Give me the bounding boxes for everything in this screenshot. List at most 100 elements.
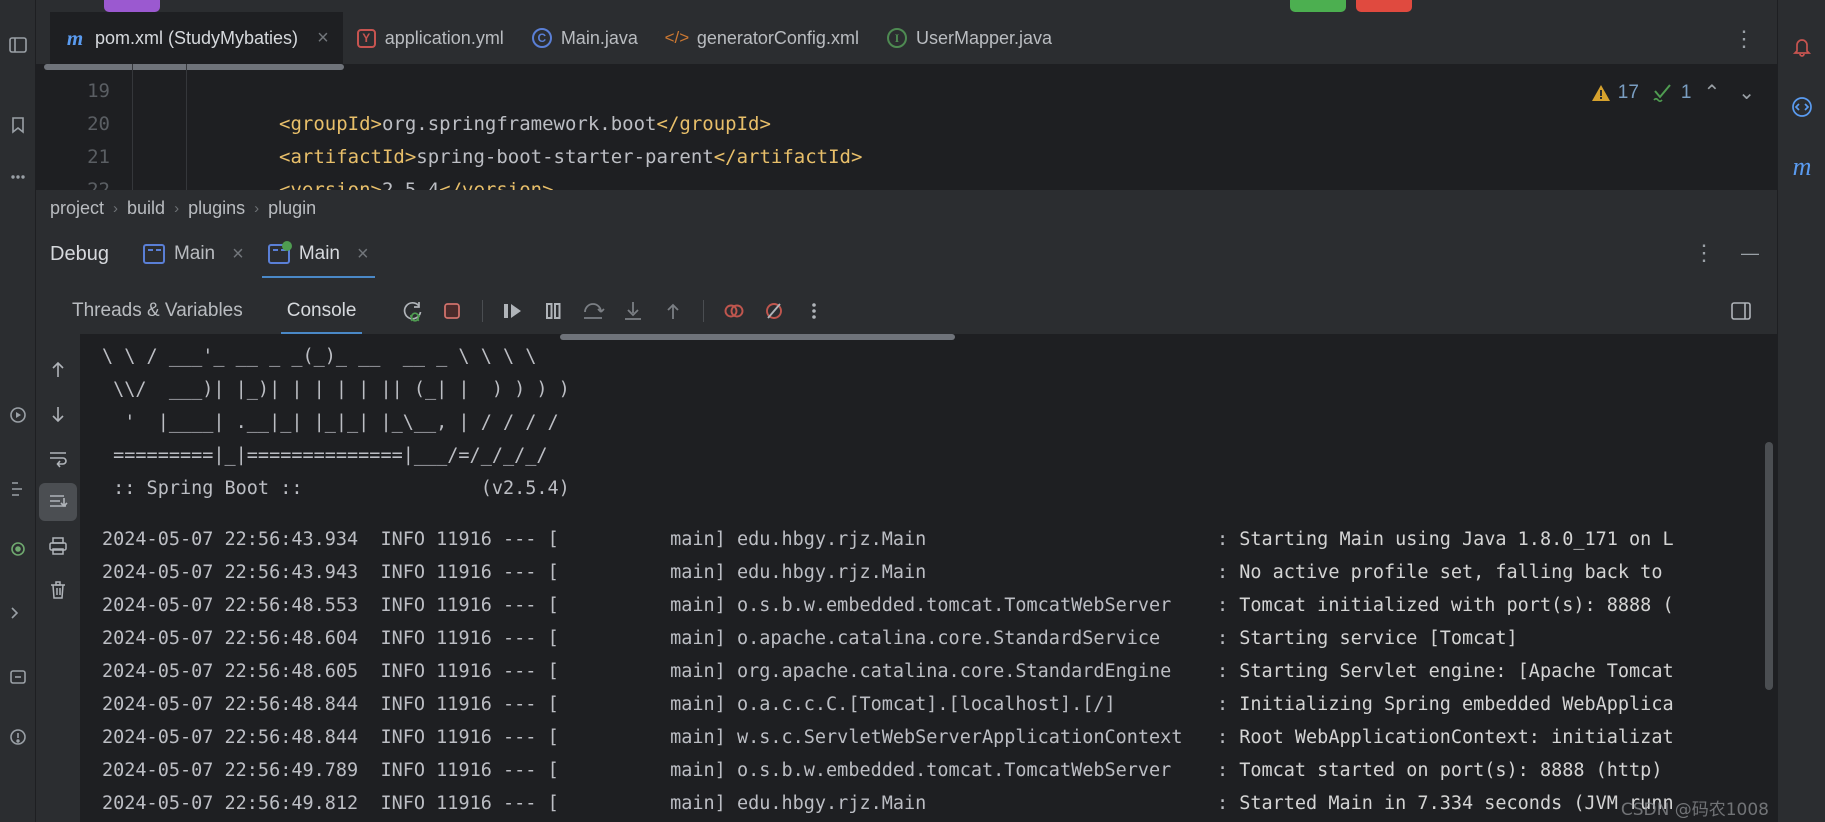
breadcrumb-item-build[interactable]: build bbox=[127, 198, 165, 219]
log-thread: main bbox=[670, 793, 715, 814]
watermark: CSDN @码农1008 bbox=[1620, 800, 1769, 820]
editor-tab-pom-xml[interactable]: m pom.xml (StudyMybaties) × bbox=[50, 12, 343, 64]
notifications-icon[interactable] bbox=[1778, 24, 1825, 70]
xml-text: spring-boot-starter-parent bbox=[416, 146, 714, 168]
previous-problem-icon[interactable]: ⌃ bbox=[1697, 80, 1726, 105]
log-thread: main bbox=[670, 760, 715, 781]
debug-toolbar: Threads & Variables Console bbox=[36, 288, 1777, 334]
log-message: Tomcat started on port(s): 8888 (http) bbox=[1239, 760, 1663, 781]
log-separator: --- bbox=[503, 793, 537, 814]
step-out-button[interactable] bbox=[653, 288, 693, 334]
line-content: <artifactId>spring-boot-starter-parent</… bbox=[279, 141, 862, 174]
code-editor[interactable]: 19 <groupId>org.springframework.boot</gr… bbox=[36, 64, 1777, 190]
more-tools-icon[interactable] bbox=[0, 158, 36, 196]
breadcrumb-item-plugins[interactable]: plugins bbox=[188, 198, 245, 219]
stop-button[interactable] bbox=[432, 288, 472, 334]
maven-tool-icon[interactable]: m bbox=[1778, 144, 1825, 190]
maven-icon: m bbox=[66, 25, 84, 50]
step-into-button[interactable] bbox=[613, 288, 653, 334]
resume-program-button[interactable] bbox=[493, 288, 533, 334]
breadcrumb-item-plugin[interactable]: plugin bbox=[268, 198, 316, 219]
more-options-button[interactable] bbox=[794, 288, 834, 334]
scroll-up-icon[interactable] bbox=[36, 348, 80, 392]
print-icon[interactable] bbox=[36, 524, 80, 568]
rerun-debug-button[interactable] bbox=[392, 288, 432, 334]
banner-line: ' |____| .__|_| |_|_| |_\__, | / / / / bbox=[102, 412, 559, 433]
project-view-icon[interactable] bbox=[0, 26, 36, 64]
yaml-file-icon: Y bbox=[356, 28, 376, 48]
log-timestamp: 2024-05-07 22:56:48.844 bbox=[102, 694, 359, 715]
inspection-ok-icon bbox=[1651, 82, 1675, 104]
minimize-icon[interactable]: — bbox=[1741, 244, 1759, 262]
line-number: 20 bbox=[87, 113, 110, 135]
structure-icon[interactable] bbox=[0, 470, 36, 508]
log-separator: --- bbox=[503, 760, 537, 781]
console-horizontal-scrollbar[interactable] bbox=[560, 334, 955, 340]
log-thread: main bbox=[670, 727, 715, 748]
tab-console[interactable]: Console bbox=[265, 288, 379, 334]
log-separator: --- bbox=[503, 727, 537, 748]
red-chip bbox=[1356, 0, 1412, 12]
log-message: Initializing Spring embedded WebApplica bbox=[1239, 694, 1674, 715]
next-problem-icon[interactable]: ⌄ bbox=[1732, 80, 1761, 105]
close-icon[interactable]: × bbox=[232, 243, 244, 266]
breadcrumb-item-project[interactable]: project bbox=[50, 198, 104, 219]
log-line: 2024-05-07 22:56:48.604 INFO 11916 --- [… bbox=[102, 622, 1777, 655]
log-logger: edu.hbgy.rjz.Main bbox=[736, 793, 927, 814]
code-with-me-icon[interactable] bbox=[1778, 84, 1825, 130]
debug-window-controls: ⋮ — bbox=[1693, 242, 1759, 264]
services-icon[interactable] bbox=[0, 530, 36, 568]
code-lines: 19 <groupId>org.springframework.boot</gr… bbox=[36, 64, 1777, 190]
line-number: 19 bbox=[87, 80, 110, 102]
close-icon[interactable]: × bbox=[357, 243, 369, 266]
log-pid: 11916 bbox=[436, 595, 492, 616]
ok-count: 1 bbox=[1680, 81, 1692, 103]
inspection-widget[interactable]: 17 1 ⌃ ⌄ bbox=[1590, 80, 1761, 105]
log-line: 2024-05-07 22:56:43.943 INFO 11916 --- [… bbox=[102, 556, 1777, 589]
scroll-to-end-icon[interactable] bbox=[39, 483, 77, 521]
editor-tabs-more-icon[interactable]: ⋮ bbox=[1733, 28, 1755, 50]
log-logger: org.apache.catalina.core.StandardEngine bbox=[736, 661, 1172, 682]
terminal-icon[interactable] bbox=[0, 594, 36, 632]
debug-session-tab-main-1[interactable]: Main × bbox=[133, 230, 254, 278]
editor-tab-generatorconfig-xml[interactable]: </> generatorConfig.xml bbox=[652, 12, 873, 64]
soft-wrap-icon[interactable] bbox=[36, 436, 80, 480]
log-message: Starting Servlet engine: [Apache Tomcat bbox=[1239, 661, 1674, 682]
editor-tab-main-java[interactable]: C Main.java bbox=[518, 12, 652, 64]
scroll-down-icon[interactable] bbox=[36, 392, 80, 436]
debug-session-tab-label: Main bbox=[298, 243, 340, 264]
git-icon[interactable] bbox=[0, 658, 36, 696]
console-vertical-scrollbar[interactable] bbox=[1765, 442, 1773, 690]
log-thread: main bbox=[670, 595, 715, 616]
close-icon[interactable]: × bbox=[317, 28, 329, 48]
debug-session-tab-main-2[interactable]: Main × bbox=[258, 230, 379, 278]
settings-layout-icon[interactable] bbox=[1721, 288, 1761, 334]
code-line: 20 <artifactId>spring-boot-starter-paren… bbox=[36, 75, 1777, 168]
debug-window-options-icon[interactable]: ⋮ bbox=[1693, 242, 1715, 264]
editor-tab-label: pom.xml (StudyMybaties) bbox=[95, 27, 299, 48]
pause-program-button[interactable] bbox=[533, 288, 573, 334]
problems-icon[interactable] bbox=[0, 718, 36, 756]
debug-tool-window-header: Debug Main × Main × ⋮ — bbox=[36, 230, 1777, 278]
step-over-button[interactable] bbox=[573, 288, 613, 334]
mute-breakpoints-button[interactable] bbox=[754, 288, 794, 334]
editor-tab-application-yml[interactable]: Y application.yml bbox=[343, 12, 518, 64]
clear-all-icon[interactable] bbox=[36, 568, 80, 612]
tab-threads-and-variables[interactable]: Threads & Variables bbox=[50, 288, 265, 334]
console-output[interactable]: \ \ / ___'_ __ _ _(_)_ __ __ _ \ \ \ \ \… bbox=[80, 334, 1777, 822]
run-icon[interactable] bbox=[0, 396, 36, 434]
bookmarks-icon[interactable] bbox=[0, 106, 36, 144]
line-content: <version>2.5.4</version> bbox=[279, 174, 554, 190]
editor-tab-usermapper-java[interactable]: I UserMapper.java bbox=[873, 12, 1066, 64]
xml-close-tag: </groupId> bbox=[656, 113, 771, 135]
log-line: 2024-05-07 22:56:48.844 INFO 11916 --- [… bbox=[102, 688, 1777, 721]
line-number: 21 bbox=[87, 146, 110, 168]
log-timestamp: 2024-05-07 22:56:48.604 bbox=[102, 628, 359, 649]
log-line: 2024-05-07 22:56:48.844 INFO 11916 --- [… bbox=[102, 721, 1777, 754]
log-level: INFO bbox=[380, 529, 426, 550]
run-configuration-running-icon bbox=[267, 241, 292, 264]
editor-tab-label: generatorConfig.xml bbox=[696, 27, 859, 48]
xml-file-icon: </> bbox=[664, 28, 690, 47]
view-breakpoints-button[interactable] bbox=[714, 288, 754, 334]
editor-tab-label: Main.java bbox=[560, 27, 638, 48]
